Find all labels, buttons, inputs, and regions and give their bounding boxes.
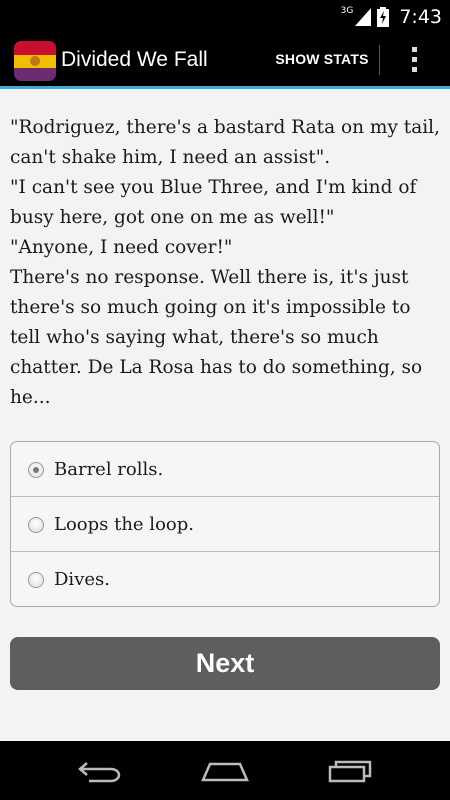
radio-button[interactable]	[28, 572, 44, 588]
network-type-label: 3G	[340, 5, 354, 16]
home-icon[interactable]	[195, 751, 255, 791]
show-stats-button[interactable]: SHOW STATS	[266, 33, 378, 86]
story-paragraph: "Rodriguez, there's a bastard Rata on my…	[10, 117, 440, 168]
signal-icon	[355, 7, 372, 26]
story-content: "Rodriguez, there's a bastard Rata on my…	[0, 89, 450, 741]
status-icons: 3G 7:43	[341, 0, 442, 33]
choice-label: Dives.	[54, 569, 110, 590]
choice-option-barrel-rolls[interactable]: Barrel rolls.	[11, 442, 439, 497]
choice-label: Barrel rolls.	[54, 459, 164, 480]
app-flag-icon[interactable]	[14, 41, 56, 81]
navigation-bar	[0, 741, 450, 800]
action-bar: Divided We Fall SHOW STATS	[0, 33, 450, 89]
next-button[interactable]: Next	[10, 637, 440, 690]
choice-option-dives[interactable]: Dives.	[11, 552, 439, 607]
clock: 7:43	[399, 5, 442, 28]
story-paragraph: "I can't see you Blue Three, and I'm kin…	[10, 177, 417, 228]
choice-option-loops-the-loop[interactable]: Loops the loop.	[11, 497, 439, 552]
radio-button-selected[interactable]	[28, 462, 44, 478]
choice-label: Loops the loop.	[54, 514, 194, 535]
story-paragraph: There's no response. Well there is, it's…	[10, 267, 423, 408]
radio-button[interactable]	[28, 517, 44, 533]
app-title: Divided We Fall	[61, 48, 208, 71]
back-icon[interactable]	[70, 751, 130, 791]
status-bar: 3G 7:43	[0, 0, 450, 33]
action-divider	[379, 45, 380, 75]
battery-icon	[377, 6, 390, 27]
choice-list: Barrel rolls. Loops the loop. Dives.	[10, 441, 440, 607]
recent-apps-icon[interactable]	[320, 751, 380, 791]
story-paragraph: "Anyone, I need cover!"	[10, 237, 233, 258]
story-text: "Rodriguez, there's a bastard Rata on my…	[10, 113, 442, 413]
overflow-menu-icon[interactable]	[396, 33, 432, 86]
